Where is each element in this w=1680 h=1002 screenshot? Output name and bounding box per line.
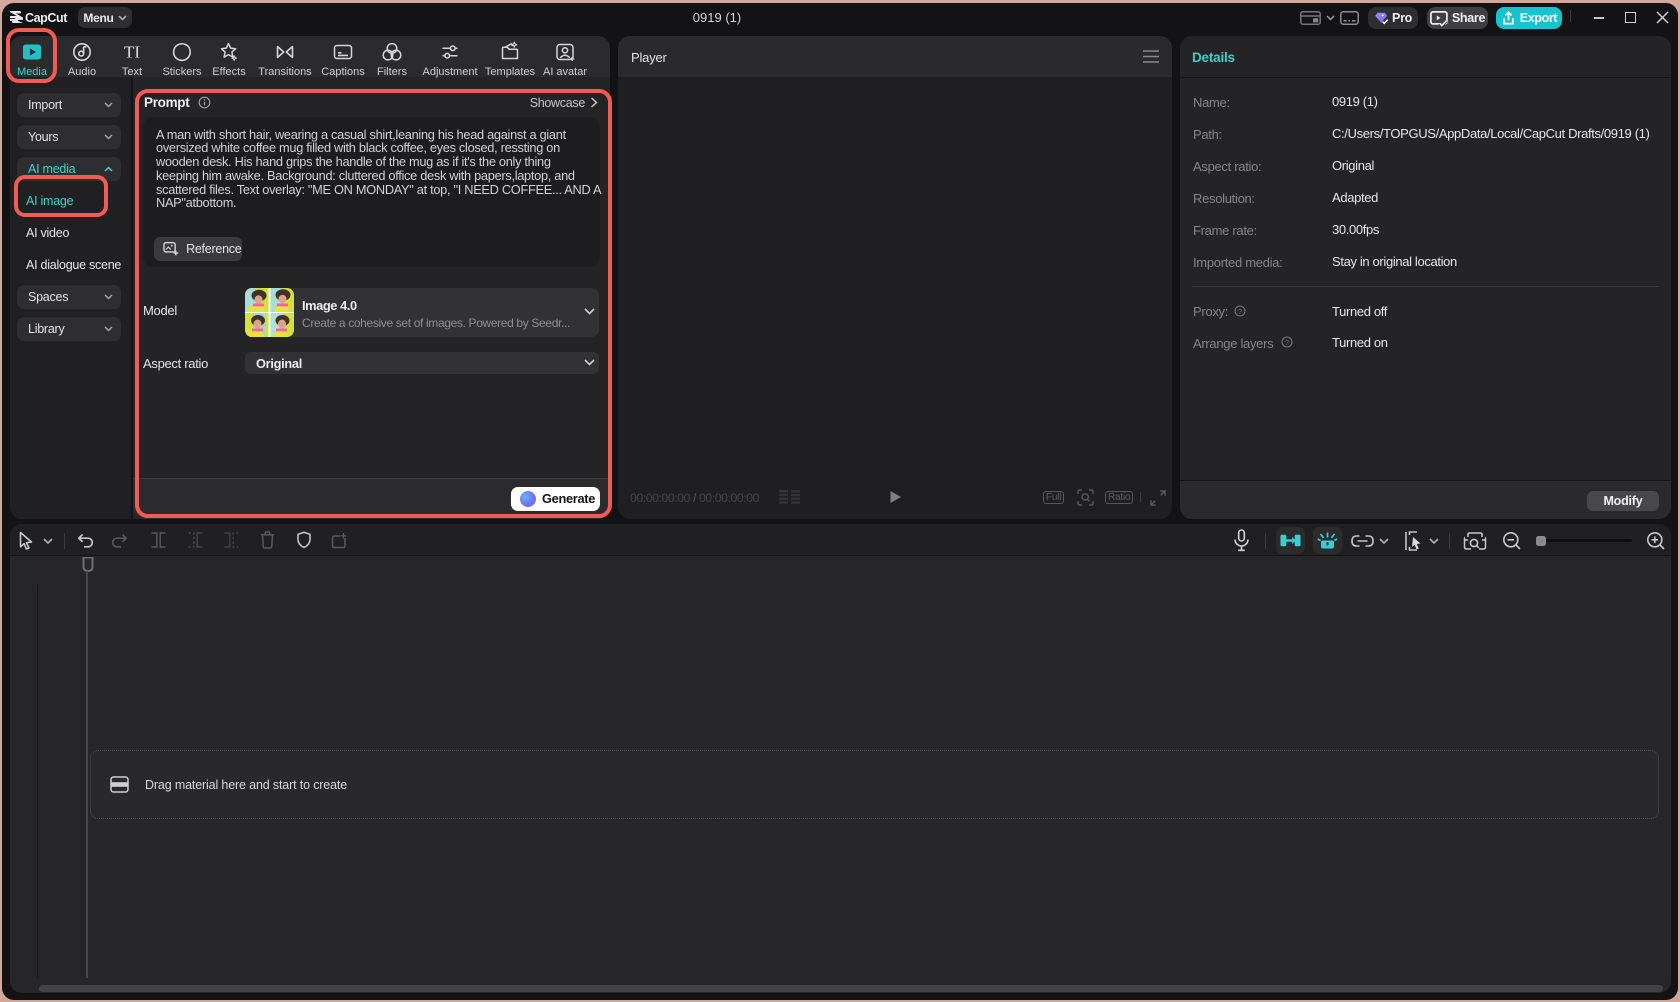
svg-text:TI: TI xyxy=(124,43,140,62)
svg-text:?: ? xyxy=(1285,338,1289,347)
svg-text:?: ? xyxy=(1238,306,1242,315)
